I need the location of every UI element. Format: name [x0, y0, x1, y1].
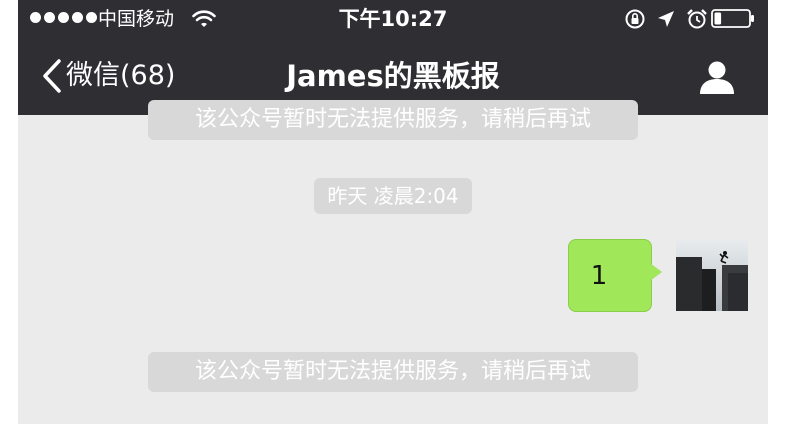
- system-notice: 该公众号暂时无法提供服务，请稍后再试: [148, 100, 638, 140]
- location-arrow-icon: [658, 11, 674, 27]
- timestamp-label: 昨天 凌晨2:04: [314, 178, 472, 214]
- avatar[interactable]: [676, 239, 748, 311]
- sent-message-bubble[interactable]: 1: [568, 239, 652, 312]
- rotation-lock-icon: [625, 9, 645, 29]
- person-icon[interactable]: [698, 58, 736, 96]
- bubble-tail: [650, 263, 662, 281]
- page-title: James的黑板报: [286, 59, 500, 93]
- battery-icon: [711, 9, 754, 28]
- status-icons: [624, 8, 708, 30]
- message-text: 1: [590, 261, 608, 291]
- status-bar: 中国移动 下午10:27: [18, 0, 768, 38]
- phone-screen: 中国移动 下午10:27 微信(68) James的黑板报 该公众号暂时无法提供…: [18, 0, 768, 424]
- alarm-clock-icon: [687, 9, 707, 29]
- system-notice: 该公众号暂时无法提供服务，请稍后再试: [148, 352, 638, 392]
- avatar-image: [676, 239, 748, 311]
